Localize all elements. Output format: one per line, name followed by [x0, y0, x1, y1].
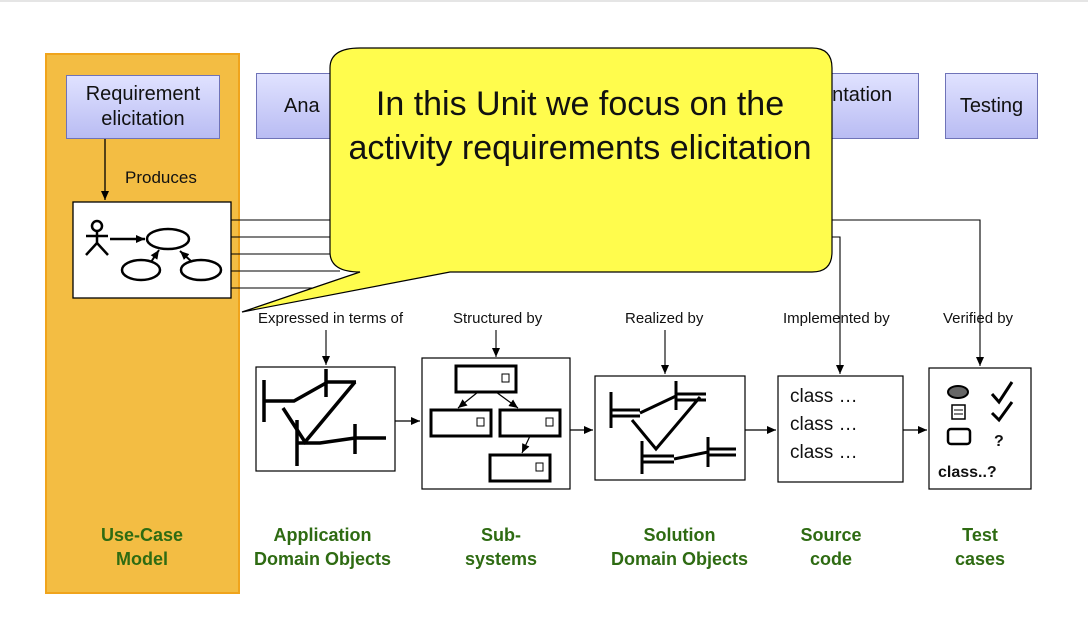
realized-label: Realized by: [625, 310, 704, 327]
expressed-label: Expressed in terms of: [258, 310, 404, 327]
label-line: Source: [800, 525, 862, 545]
label-line: Domain Objects: [610, 549, 749, 569]
test-question-mark: ?: [994, 433, 1004, 450]
app-domain-label: Application Domain Objects: [240, 523, 405, 571]
implemented-label: Implemented by: [783, 310, 890, 327]
label-line: Domain Objects: [253, 549, 392, 569]
label-line: Application: [273, 525, 372, 545]
use-case-ellipse: [120, 258, 162, 282]
source-code-label: Source code: [781, 523, 881, 571]
label-line: code: [809, 549, 852, 569]
subsystems-label: Sub- systems: [446, 523, 556, 571]
use-case-model-box: [72, 201, 232, 299]
solution-domain-label: Solution Domain Objects: [597, 523, 762, 571]
label-line: Use-Case: [100, 525, 184, 545]
label-line: Sub-: [481, 525, 521, 545]
source-code-line: class …: [790, 414, 858, 435]
use-case-ellipse: [145, 227, 191, 251]
callout-text: In this Unit we focus on the activity re…: [348, 85, 812, 167]
solution-domain-box: [594, 375, 746, 481]
produces-label: Produces: [125, 168, 197, 187]
test-class-mark: class..?: [938, 464, 997, 481]
source-code-line: class …: [790, 386, 858, 407]
verified-label: Verified by: [943, 310, 1014, 327]
label-line: Model: [116, 549, 168, 569]
source-code-line: class …: [790, 442, 858, 463]
label-line: systems: [464, 549, 538, 569]
label-line: Test: [962, 525, 998, 545]
use-case-ellipse: [179, 258, 223, 282]
label-line: Solution: [643, 525, 716, 545]
use-case-model-label: Use-Case Model: [82, 523, 202, 571]
test-cases-label: Test cases: [930, 523, 1030, 571]
label-line: cases: [954, 549, 1006, 569]
structured-label: Structured by: [453, 310, 543, 327]
